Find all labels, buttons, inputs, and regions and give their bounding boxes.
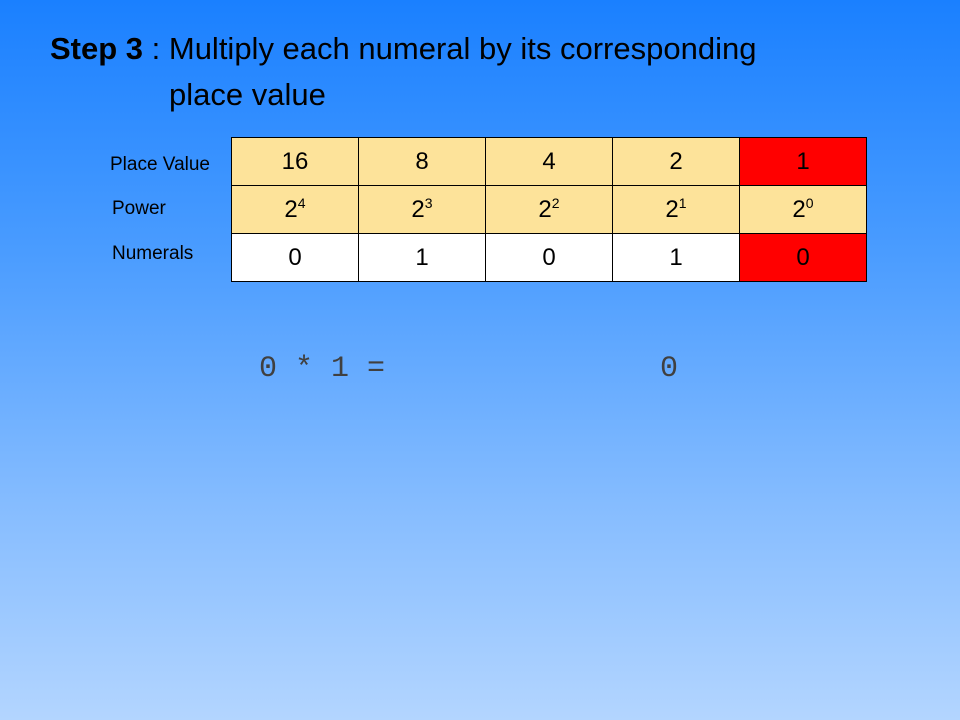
power-base: 2 [538,195,552,223]
calculation-result: 0 [660,352,679,386]
row-label-place-value: Place Value [110,154,210,175]
power-exponent: 1 [678,194,687,211]
power-base: 2 [665,195,679,223]
power-cell: 21 [612,185,740,234]
calculation-expression: 0 * 1 = [259,352,386,386]
title-line-1: : Multiply each numeral by its correspon… [143,31,757,66]
power-cell: 22 [485,185,613,234]
numeral-cell: 0 [231,233,359,282]
numeral-cell-highlighted: 0 [739,233,867,282]
power-cell: 20 [739,185,867,234]
power-cell: 23 [358,185,486,234]
title-line-2: place value [169,77,326,112]
numeral-cell: 1 [358,233,486,282]
row-label-power: Power [112,198,166,219]
place-value-cell: 8 [358,137,486,186]
power-base: 2 [284,195,298,223]
numerals-row: 0 1 0 1 0 [231,233,867,282]
place-value-cell: 16 [231,137,359,186]
power-exponent: 4 [297,194,306,211]
place-value-cell-highlighted: 1 [739,137,867,186]
power-exponent: 3 [424,194,433,211]
binary-place-value-table: 16 8 4 2 1 24 23 22 21 20 0 1 0 1 0 [231,137,867,282]
power-exponent: 2 [551,194,560,211]
power-base: 2 [792,195,806,223]
numeral-cell: 0 [485,233,613,282]
power-exponent: 0 [805,194,814,211]
place-value-cell: 2 [612,137,740,186]
place-value-row: 16 8 4 2 1 [231,137,867,186]
power-cell: 24 [231,185,359,234]
numeral-cell: 1 [612,233,740,282]
step-label: Step 3 [50,31,144,66]
place-value-cell: 4 [485,137,613,186]
power-row: 24 23 22 21 20 [231,185,867,234]
power-base: 2 [411,195,425,223]
slide-title: Step 3 : Multiply each numeral by its co… [50,26,930,118]
row-label-numerals: Numerals [112,243,194,264]
